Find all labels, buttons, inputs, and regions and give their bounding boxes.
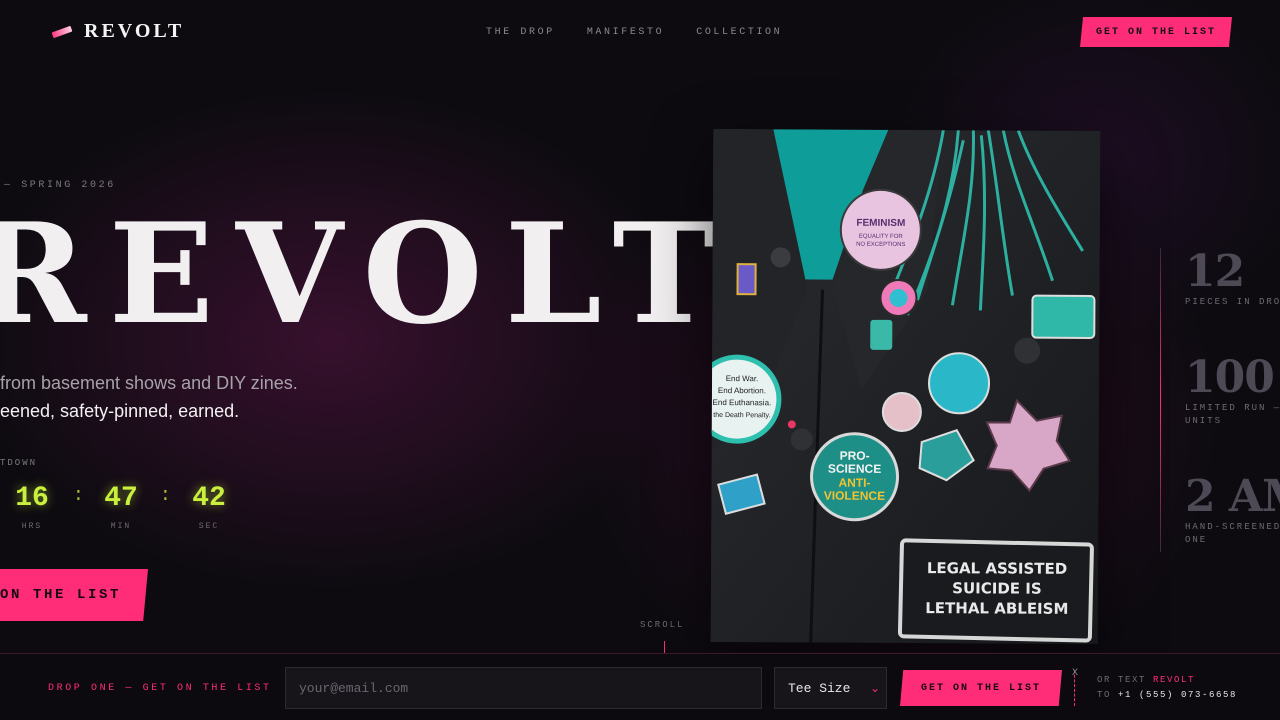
header-get-on-list-button[interactable]: GET ON THE LIST [1080, 17, 1232, 47]
phone-number-link[interactable]: +1 (555) 073-6658 [1118, 690, 1237, 700]
scroll-indicator-line [664, 641, 665, 653]
stat-pieces: 12 PIECES IN DROP [1185, 248, 1280, 309]
pro-science-button-pin: PRO- SCIENCE ANTI- VIOLENCE [810, 432, 900, 522]
denim-jacket-illustration: FEMINISM EQUALITY FOR NO EXCEPTIONS End … [710, 128, 1101, 645]
countdown-minutes-value: 47 [104, 483, 138, 514]
stat-pieces-value: 12 [1185, 246, 1245, 297]
countdown-minutes-unit: MIN [110, 522, 132, 531]
stats-divider-line [1160, 248, 1161, 552]
stat-limited-run: 100 LIMITED RUN — UNITS [1185, 354, 1280, 428]
end-war-text4: the Death Penalty. [713, 412, 770, 419]
scroll-indicator-label: SCROLL [640, 620, 685, 630]
patch-line3: LETHAL ABLEISM [925, 599, 1068, 618]
teal-rect-pin [1031, 294, 1096, 339]
tee-size-select-value: Tee Size [788, 680, 851, 696]
divider-x-icon: X [1072, 668, 1079, 679]
nav-link-collection[interactable]: COLLECTION [696, 27, 782, 38]
text-keyword: REVOLT [1153, 675, 1196, 685]
stat-hand-screened: 2 AM HAND-SCREENED, ONE [1185, 473, 1280, 547]
purple-rect-pin [736, 263, 757, 296]
end-war-text3: End Euthanasia. [713, 398, 772, 407]
countdown-hours-unit: HRS [21, 522, 43, 531]
patch-line1: LEGAL ASSISTED [927, 559, 1067, 578]
pink-small-button-pin [881, 391, 922, 432]
jacket-rivet [770, 247, 791, 268]
countdown-label: TDOWN [0, 458, 38, 468]
logo-mark-icon [51, 25, 73, 38]
text-signup-info: OR TEXT REVOLT TO +1 (555) 073-6658 [1097, 673, 1237, 703]
pro-science-text4: VIOLENCE [824, 489, 885, 503]
stat-hand-screened-value: 2 AM [1185, 471, 1280, 522]
stat-limited-run-value: 100 [1185, 352, 1275, 403]
hero-get-on-list-button[interactable]: ON THE LIST [0, 569, 148, 621]
feminism-button-pin: FEMINISM EQUALITY FOR NO EXCEPTIONS [839, 188, 922, 271]
countdown-seconds: 42 SEC [187, 482, 231, 531]
patch-line2: SUICIDE IS [952, 579, 1042, 597]
countdown-separator: : [73, 486, 84, 506]
countdown-separator: : [160, 486, 171, 506]
hero-photo-denim-jacket: FEMINISM EQUALITY FOR NO EXCEPTIONS End … [710, 128, 1101, 645]
countdown-hours-value: 16 [15, 483, 49, 514]
signup-bar: DROP ONE — GET ON THE LIST Tee Size ⌄ GE… [0, 653, 1280, 720]
nav-link-the-drop[interactable]: THE DROP [486, 27, 555, 38]
end-war-text1: End War. [726, 374, 759, 383]
main-nav: THE DROP MANIFESTO COLLECTION [486, 27, 782, 38]
hero-eyebrow: — SPRING 2026 [4, 180, 116, 191]
hero-subtitle-line2: eened, safety-pinned, earned. [0, 401, 240, 421]
logo-text: REVOLT [84, 20, 185, 42]
feminism-button-text3: NO EXCEPTIONS [856, 242, 905, 248]
countdown-seconds-value: 42 [192, 483, 226, 514]
jacket-rivet [1014, 337, 1041, 364]
signup-bar-submit-button[interactable]: GET ON THE LIST [900, 670, 1062, 706]
logo[interactable]: REVOLT [51, 20, 185, 43]
hero-subtitle-line1: from basement shows and DIY zines. [0, 373, 298, 393]
legal-assisted-suicide-patch: LEGAL ASSISTED SUICIDE IS LETHAL ABLEISM [897, 538, 1094, 643]
text-prefix: OR TEXT [1097, 675, 1147, 685]
countdown-seconds-unit: SEC [198, 522, 220, 531]
signup-bar-label: DROP ONE — GET ON THE LIST [48, 683, 272, 694]
end-war-text2: End Abortion. [718, 386, 766, 395]
tee-size-select[interactable]: Tee Size ⌄ [774, 667, 887, 709]
jacket-rivet [790, 428, 813, 451]
pro-science-text2: SCIENCE [828, 462, 881, 476]
end-war-button-pin: End War. End Abortion. End Euthanasia. t… [710, 354, 782, 444]
countdown-minutes: 47 MIN [99, 482, 143, 531]
stat-hand-screened-label: HAND-SCREENED, ONE [1185, 522, 1280, 545]
teal-text-button-pin [928, 352, 991, 415]
feminism-button-text: FEMINISM [856, 218, 905, 229]
to-prefix: TO [1097, 690, 1112, 700]
hero-title: REVOLT [0, 192, 738, 355]
countdown-hours: 16 HRS [10, 482, 54, 531]
gameboy-pin [870, 319, 893, 350]
stat-pieces-label: PIECES IN DROP [1185, 297, 1280, 307]
nav-link-manifesto[interactable]: MANIFESTO [587, 27, 664, 38]
stat-limited-run-label: LIMITED RUN — UNITS [1185, 403, 1280, 426]
email-input[interactable] [285, 667, 762, 709]
signup-bar-divider: X [1072, 668, 1082, 706]
feminism-button-text2: EQUALITY FOR [859, 234, 904, 240]
chevron-down-icon: ⌄ [869, 681, 880, 696]
